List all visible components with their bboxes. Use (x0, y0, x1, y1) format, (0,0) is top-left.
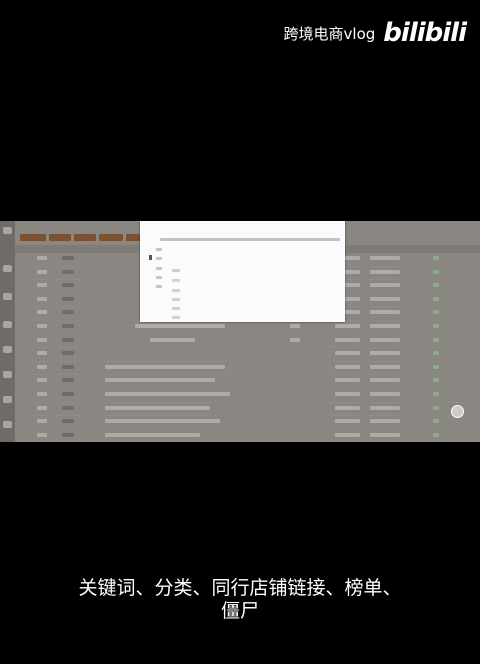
table-row[interactable] (15, 335, 480, 349)
mouse-cursor-icon (149, 255, 152, 260)
tool-icon[interactable] (3, 396, 12, 403)
table-row[interactable] (15, 375, 480, 389)
table-row[interactable] (15, 348, 480, 362)
watermark: 跨境电商vlog bilibili (283, 18, 467, 48)
chat-float-button[interactable] (451, 405, 464, 418)
caption-line-2: 僵尸 (220, 600, 259, 622)
table-row[interactable] (15, 430, 480, 442)
table-row[interactable] (15, 403, 480, 417)
list-icon[interactable] (3, 346, 12, 353)
table-row[interactable] (15, 389, 480, 403)
toolbar-button[interactable] (20, 234, 46, 241)
table-row[interactable] (15, 416, 480, 430)
watermark-text: 跨境电商vlog (283, 24, 376, 43)
add-task-dialog (140, 221, 345, 322)
help-icon[interactable] (3, 421, 12, 428)
caption-line-1: 关键词、分类、同行店铺链接、榜单、 (78, 577, 402, 599)
table-row[interactable] (15, 321, 480, 335)
home-icon[interactable] (3, 227, 12, 234)
sidebar (0, 221, 15, 442)
table-row[interactable] (15, 362, 480, 376)
bilibili-logo: bilibili (383, 18, 467, 48)
user-icon[interactable] (3, 293, 12, 300)
toolbar-button[interactable] (99, 234, 123, 241)
settings-icon[interactable] (3, 371, 12, 378)
product-icon[interactable] (3, 265, 12, 272)
subtitle-caption: 关键词、分类、同行店铺链接、榜单、 僵尸 (0, 577, 480, 623)
toolbar-button[interactable] (74, 234, 96, 241)
chart-icon[interactable] (3, 321, 12, 328)
toolbar-button[interactable] (49, 234, 71, 241)
